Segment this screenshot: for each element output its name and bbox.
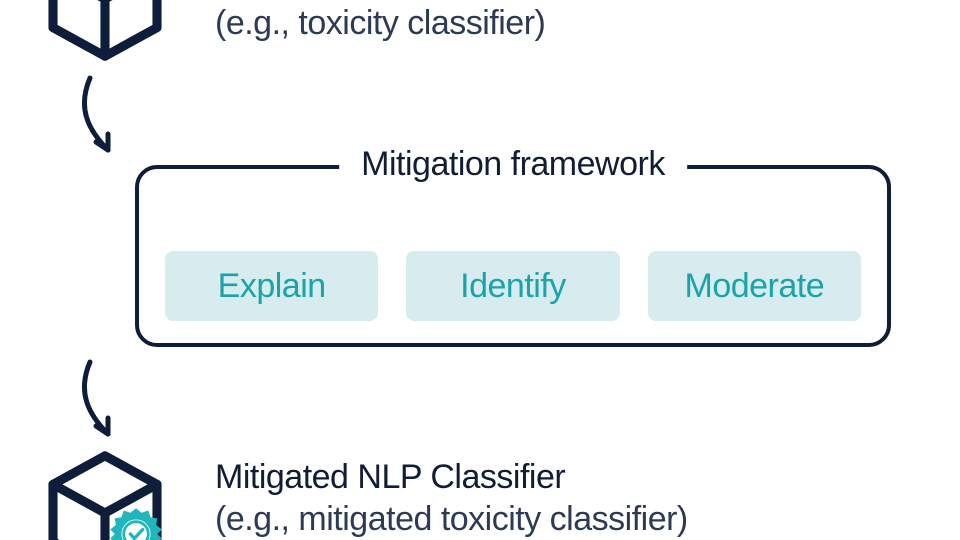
cube-icon-original bbox=[40, 0, 170, 64]
original-classifier-subtitle: (e.g., toxicity classifier) bbox=[215, 4, 545, 43]
mitigated-classifier-title: Mitigated NLP Classifier bbox=[215, 458, 565, 497]
original-classifier-title: Original NLP Classifier bbox=[215, 0, 545, 1]
framework-step-explain: Explain bbox=[165, 251, 378, 321]
verified-badge-icon bbox=[108, 506, 164, 540]
mitigated-classifier-subtitle: (e.g., mitigated toxicity classifier) bbox=[215, 500, 688, 539]
mitigation-framework-box: Mitigation framework Explain Identify Mo… bbox=[135, 165, 891, 347]
diagram-stage: Original NLP Classifier (e.g., toxicity … bbox=[0, 0, 960, 540]
framework-title: Mitigation framework bbox=[339, 145, 687, 184]
arrow-down-2 bbox=[68, 356, 128, 456]
arrow-down-1 bbox=[68, 72, 128, 172]
framework-step-moderate: Moderate bbox=[648, 251, 861, 321]
framework-steps-row: Explain Identify Moderate bbox=[139, 251, 887, 321]
framework-step-identify: Identify bbox=[406, 251, 619, 321]
